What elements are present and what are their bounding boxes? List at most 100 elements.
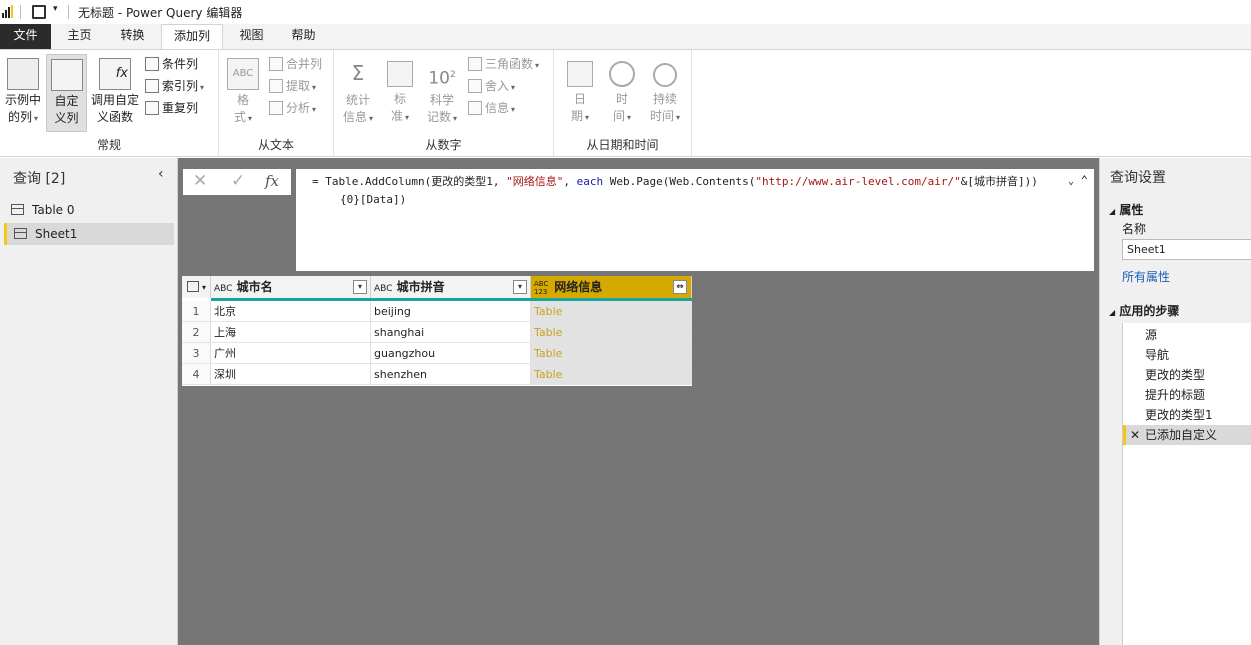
query-name-input[interactable]: Sheet1 xyxy=(1122,239,1251,260)
formula-input[interactable]: = Table.AddColumn(更改的类型1, "网络信息", each W… xyxy=(296,169,1094,271)
cancel-formula-icon[interactable]: ✕ xyxy=(193,171,207,191)
tab-add-column[interactable]: 添加列 xyxy=(161,24,223,50)
time-button[interactable]: 时 间 ▾ xyxy=(606,54,638,126)
conditional-column-button[interactable]: 条件列 xyxy=(145,54,198,74)
table-link-cell[interactable]: Table xyxy=(531,364,692,385)
all-properties-link[interactable]: 所有属性 xyxy=(1122,268,1170,285)
extract-button[interactable]: 提取 ▾ xyxy=(269,76,316,96)
group-general: 示例中 的列 ▾ 自定 义列 fx 调用自定 义函数 条件列 索引列 ▾ 重复列 常… xyxy=(0,50,219,156)
formula-equals: = xyxy=(312,175,319,188)
table-cell[interactable]: 上海 xyxy=(211,322,371,343)
table-link-cell[interactable]: Table xyxy=(531,301,692,322)
date-button[interactable]: 日 期 ▾ xyxy=(564,54,596,126)
index-column-button[interactable]: 索引列 ▾ xyxy=(145,76,204,96)
properties-label: 属性 xyxy=(1119,203,1144,217)
format-icon: ABC xyxy=(227,58,259,90)
filter-dropdown-icon[interactable]: ▾ xyxy=(513,280,527,294)
row-number: 1 xyxy=(182,301,211,322)
applied-steps-header[interactable]: ◢ 应用的步骤 xyxy=(1109,302,1179,319)
tab-home[interactable]: 主页 xyxy=(57,24,102,49)
sigma-icon: Σ xyxy=(351,61,365,85)
qat-dropdown-icon[interactable]: ▾ xyxy=(53,4,58,14)
statistics-button[interactable]: Σ 统计 信息 ▾ xyxy=(340,54,376,127)
column-header-city-pinyin[interactable]: ABC 城市拼音 ▾ xyxy=(371,276,531,298)
table-link-cell[interactable]: Table xyxy=(531,322,692,343)
information-button[interactable]: 信息 ▾ xyxy=(468,98,515,118)
group-from-number: Σ 统计 信息 ▾ 标 准 ▾ 102 科学 记数 ▾ 三角函数 ▾ 舍入 ▾ 信息 ▾ 从… xyxy=(334,50,554,156)
chevron-down-icon: ▾ xyxy=(202,283,207,292)
parse-icon xyxy=(269,101,283,115)
chevron-down-icon: ▾ xyxy=(34,114,39,123)
scientific-icon-exponent: 2 xyxy=(449,70,456,80)
delete-step-icon[interactable]: ✕ xyxy=(1130,425,1140,445)
parse-button[interactable]: 分析 ▾ xyxy=(269,98,316,118)
step-item[interactable]: 导航 xyxy=(1123,345,1251,365)
chevron-down-icon: ▾ xyxy=(312,83,317,92)
formula-menu-icon[interactable]: ⌄ xyxy=(1068,173,1074,191)
expand-column-icon[interactable]: ⇔ xyxy=(673,280,687,294)
chevron-down-icon: ▾ xyxy=(511,105,516,114)
table-cell[interactable]: 深圳 xyxy=(211,364,371,385)
column-header-network-info[interactable]: ABC 123 网络信息 ⇔ xyxy=(531,276,692,298)
properties-section-header[interactable]: ◢ 属性 xyxy=(1109,201,1143,218)
table-cell[interactable]: beijing xyxy=(371,301,531,322)
save-icon[interactable] xyxy=(32,5,46,19)
query-item-label: Table 0 xyxy=(32,203,75,217)
format-button[interactable]: ABC 格 式 ▾ xyxy=(227,54,259,127)
duration-button[interactable]: 持续 时间 ▾ xyxy=(646,54,684,126)
step-item[interactable]: 提升的标题 xyxy=(1123,385,1251,405)
information-label: 信息 xyxy=(485,101,510,115)
step-item[interactable]: 更改的类型1 xyxy=(1123,405,1251,425)
row-number: 2 xyxy=(182,322,211,343)
chevron-down-icon: ▾ xyxy=(585,113,590,122)
tab-transform[interactable]: 转换 xyxy=(110,24,155,49)
chevron-down-icon: ▾ xyxy=(200,83,205,92)
collapse-pane-icon[interactable]: ‹ xyxy=(158,166,164,182)
scientific-label-1: 科学 xyxy=(429,93,454,107)
step-item-selected[interactable]: ✕ 已添加自定义 xyxy=(1123,425,1251,445)
date-label-2: 期 xyxy=(570,109,583,123)
duplicate-column-label: 重复列 xyxy=(162,101,199,115)
standard-button[interactable]: 标 准 ▾ xyxy=(384,54,416,126)
step-item[interactable]: 源 xyxy=(1123,325,1251,345)
table-cell[interactable]: guangzhou xyxy=(371,343,531,364)
duplicate-column-button[interactable]: 重复列 xyxy=(145,98,198,118)
table-cell[interactable]: shanghai xyxy=(371,322,531,343)
tab-file[interactable]: 文件 xyxy=(0,24,51,49)
merge-columns-button[interactable]: 合并列 xyxy=(269,54,322,74)
table-icon xyxy=(11,204,24,215)
rounding-button[interactable]: 舍入 ▾ xyxy=(468,76,515,96)
filter-dropdown-icon[interactable]: ▾ xyxy=(353,280,367,294)
collapse-formula-icon[interactable]: ⌃ xyxy=(1081,171,1088,189)
merge-columns-label: 合并列 xyxy=(286,57,323,71)
tab-view[interactable]: 视图 xyxy=(229,24,274,49)
trigonometry-button[interactable]: 三角函数 ▾ xyxy=(468,54,539,74)
scientific-label-2: 记数 xyxy=(426,110,451,124)
chevron-down-icon: ▾ xyxy=(453,114,458,123)
table-cell[interactable]: shenzhen xyxy=(371,364,531,385)
table-cell[interactable]: 北京 xyxy=(211,301,371,322)
commit-formula-icon[interactable]: ✓ xyxy=(231,171,245,191)
tab-help[interactable]: 帮助 xyxy=(281,24,326,49)
column-from-examples-button[interactable]: 示例中 的列 ▾ xyxy=(2,54,44,127)
title-bar: ▾ 无标题 - Power Query 编辑器 xyxy=(0,0,1251,24)
column-from-examples-label-2: 的列 xyxy=(7,110,32,124)
table-link-cell[interactable]: Table xyxy=(531,343,692,364)
collapse-triangle-icon: ◢ xyxy=(1109,308,1116,317)
invoke-custom-function-button[interactable]: fx 调用自定 义函数 xyxy=(89,54,141,126)
custom-column-label-1: 自定 xyxy=(54,94,79,108)
chevron-down-icon: ▾ xyxy=(511,83,516,92)
insert-function-icon[interactable]: fx xyxy=(265,172,279,190)
table-cell[interactable]: 广州 xyxy=(211,343,371,364)
query-item-table0[interactable]: Table 0 xyxy=(4,199,174,221)
scientific-button[interactable]: 102 科学 记数 ▾ xyxy=(424,54,460,127)
rounding-label: 舍入 xyxy=(485,79,510,93)
parse-label: 分析 xyxy=(286,101,311,115)
query-item-sheet1[interactable]: Sheet1 xyxy=(4,223,174,245)
table-menu-button[interactable]: ▾ xyxy=(182,276,211,298)
column-header-label: 城市名 xyxy=(236,280,273,294)
step-item[interactable]: 更改的类型 xyxy=(1123,365,1251,385)
text-type-icon: ABC xyxy=(374,284,393,294)
custom-column-button[interactable]: 自定 义列 xyxy=(46,54,87,132)
column-header-city-name[interactable]: ABC 城市名 ▾ xyxy=(211,276,371,298)
